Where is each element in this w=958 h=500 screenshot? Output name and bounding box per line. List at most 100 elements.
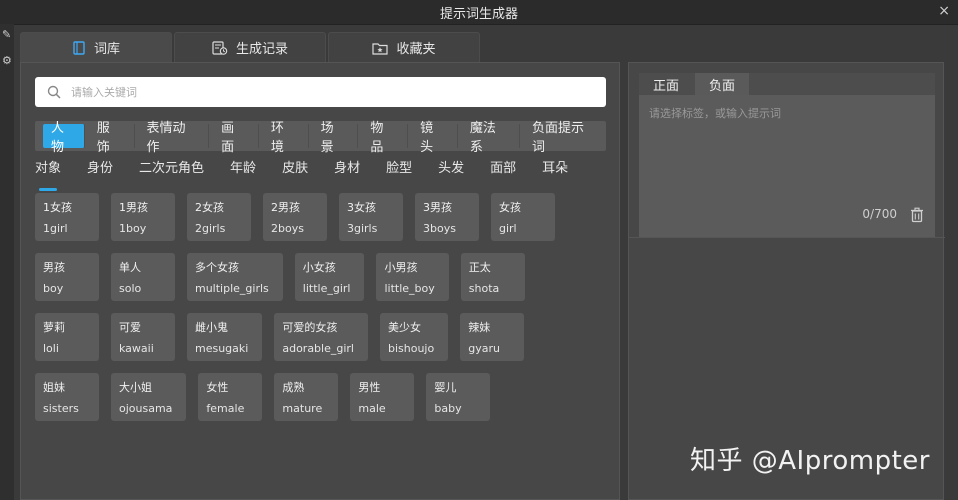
tag-english-label: little_boy: [384, 282, 435, 295]
book-icon: [73, 40, 85, 55]
tag-chip[interactable]: 小女孩 little_girl: [294, 253, 365, 301]
tag-chip[interactable]: 女性 female: [198, 373, 263, 421]
divider: [629, 237, 945, 238]
subcategory-item[interactable]: 头发: [438, 157, 464, 183]
category-bar: 人物 服饰 表情动作 画面 环境 场景 物品 镜头 魔法系 负面提示词: [35, 121, 606, 155]
subcategory-item[interactable]: 年龄: [230, 157, 256, 183]
tag-chip[interactable]: 婴儿 baby: [426, 373, 491, 421]
tag-chip[interactable]: 单人 solo: [111, 253, 175, 301]
tag-english-label: female: [206, 402, 245, 415]
tag-chinese-label: 女孩: [499, 201, 521, 214]
subcategory-item[interactable]: 面部: [490, 157, 516, 183]
tag-chip[interactable]: 大小姐 ojousama: [111, 373, 187, 421]
subcategory-item[interactable]: 耳朵: [542, 157, 568, 183]
tab-library[interactable]: 词库: [20, 32, 172, 62]
category-item[interactable]: 魔法系: [458, 121, 521, 155]
tag-chinese-label: 萝莉: [43, 321, 65, 334]
tab-favorites-label: 收藏夹: [396, 42, 436, 57]
tab-history[interactable]: 生成记录: [174, 32, 326, 62]
tag-chip[interactable]: 辣妹 gyaru: [460, 313, 525, 361]
close-icon[interactable]: ×: [938, 3, 950, 19]
tag-english-label: little_girl: [302, 282, 351, 295]
tag-chip[interactable]: 可爱的女孩 adorable_girl: [274, 313, 368, 361]
tag-chip[interactable]: 可爱 kawaii: [111, 313, 175, 361]
tag-english-label: solo: [119, 282, 142, 295]
subcategory-bar: 对象 身份 二次元角色 年龄 皮肤 身材 脸型 头发 面部 耳朵: [35, 157, 615, 191]
tag-chinese-label: 大小姐: [119, 381, 152, 394]
tag-chip[interactable]: 男性 male: [350, 373, 415, 421]
tag-chip[interactable]: 萝莉 loli: [35, 313, 99, 361]
tag-row: 男孩 boy 单人 solo 多个女孩 multiple_girls 小女孩 little_g…: [35, 253, 615, 301]
edit-icon[interactable]: ✎: [2, 28, 11, 41]
tag-chip[interactable]: 女孩 girl: [491, 193, 555, 241]
tag-chip[interactable]: 多个女孩 multiple_girls: [187, 253, 283, 301]
category-item[interactable]: 负面提示词: [520, 121, 606, 155]
tag-chip[interactable]: 成熟 mature: [274, 373, 339, 421]
subcategory-item[interactable]: 皮肤: [282, 157, 308, 183]
tag-english-label: boy: [43, 282, 64, 295]
prompt-area: 0/700: [639, 95, 935, 237]
tab-negative[interactable]: 负面: [695, 73, 749, 95]
category-item[interactable]: 场景: [309, 121, 359, 155]
prompt-panel: 正面 负面 0/700: [628, 62, 945, 500]
history-icon: [212, 40, 228, 55]
tag-chip[interactable]: 1男孩 1boy: [111, 193, 175, 241]
search-input[interactable]: [69, 84, 573, 100]
tag-chinese-label: 姐妹: [43, 381, 65, 394]
tag-chip[interactable]: 2男孩 2boys: [263, 193, 327, 241]
prompt-editor: 正面 负面 0/700: [639, 73, 935, 237]
tag-chip[interactable]: 雌小鬼 mesugaki: [187, 313, 263, 361]
tag-english-label: 1boy: [119, 222, 147, 235]
tag-english-label: 3girls: [347, 222, 378, 235]
tag-english-label: male: [358, 402, 386, 415]
tag-chip[interactable]: 男孩 boy: [35, 253, 99, 301]
tag-english-label: girl: [499, 222, 517, 235]
prompt-tabs: 正面 负面: [639, 73, 751, 95]
category-item[interactable]: 服饰: [85, 121, 135, 155]
tag-chip[interactable]: 正太 shota: [460, 253, 525, 301]
category-item[interactable]: 人物: [43, 121, 85, 155]
library-panel: 人物服饰表情动作画面环境场景物品镜头魔法系负面提示词 对象身份二次元角色年龄皮肤…: [20, 62, 620, 500]
trash-icon[interactable]: [909, 207, 925, 223]
tag-english-label: 3boys: [423, 222, 456, 235]
tag-chip[interactable]: 小男孩 little_boy: [376, 253, 449, 301]
tag-english-label: baby: [434, 402, 462, 415]
category-item[interactable]: 物品: [358, 121, 409, 155]
category-item[interactable]: 表情动作: [135, 121, 210, 155]
tag-chip[interactable]: 3女孩 3girls: [339, 193, 403, 241]
category-item[interactable]: 画面: [209, 121, 259, 155]
tag-chinese-label: 男性: [358, 381, 381, 394]
tag-chinese-label: 1男孩: [119, 201, 148, 214]
tag-english-label: adorable_girl: [282, 342, 354, 355]
tag-chinese-label: 雌小鬼: [195, 321, 228, 334]
side-strip: ✎ ⚙: [0, 24, 14, 500]
category-item[interactable]: 环境: [259, 121, 309, 155]
tag-chip[interactable]: 1女孩 1girl: [35, 193, 99, 241]
tag-english-label: sisters: [43, 402, 79, 415]
subcategory-item[interactable]: 脸型: [386, 157, 412, 183]
tag-chinese-label: 正太: [468, 261, 491, 274]
tag-english-label: 2boys: [271, 222, 304, 235]
prompt-input[interactable]: [647, 103, 931, 197]
tag-chip[interactable]: 3男孩 3boys: [415, 193, 479, 241]
tag-chinese-label: 可爱的女孩: [282, 321, 338, 334]
tag-chip[interactable]: 2女孩 2girls: [187, 193, 251, 241]
subcategory-item[interactable]: 二次元角色: [139, 157, 204, 183]
gear-icon[interactable]: ⚙: [2, 54, 12, 67]
subcategory-item[interactable]: 身份: [87, 157, 113, 183]
tag-chip[interactable]: 美少女 bishoujo: [379, 313, 449, 361]
tag-chip[interactable]: 姐妹 sisters: [35, 373, 99, 421]
window-title: 提示词生成器: [439, 7, 518, 22]
tag-chinese-label: 小男孩: [384, 261, 418, 274]
tag-english-label: gyaru: [468, 342, 500, 355]
tab-library-label: 词库: [93, 42, 120, 57]
tag-chinese-label: 小女孩: [302, 261, 336, 274]
subcategory-item[interactable]: 对象: [35, 157, 61, 191]
category-item[interactable]: 镜头: [408, 121, 458, 155]
tag-chinese-label: 辣妹: [468, 321, 491, 334]
tab-positive[interactable]: 正面: [639, 73, 693, 95]
char-counter: 0/700: [862, 207, 897, 221]
subcategory-item[interactable]: 身材: [334, 157, 360, 183]
tag-chinese-label: 可爱: [119, 321, 141, 334]
tab-favorites[interactable]: 收藏夹: [328, 32, 480, 62]
